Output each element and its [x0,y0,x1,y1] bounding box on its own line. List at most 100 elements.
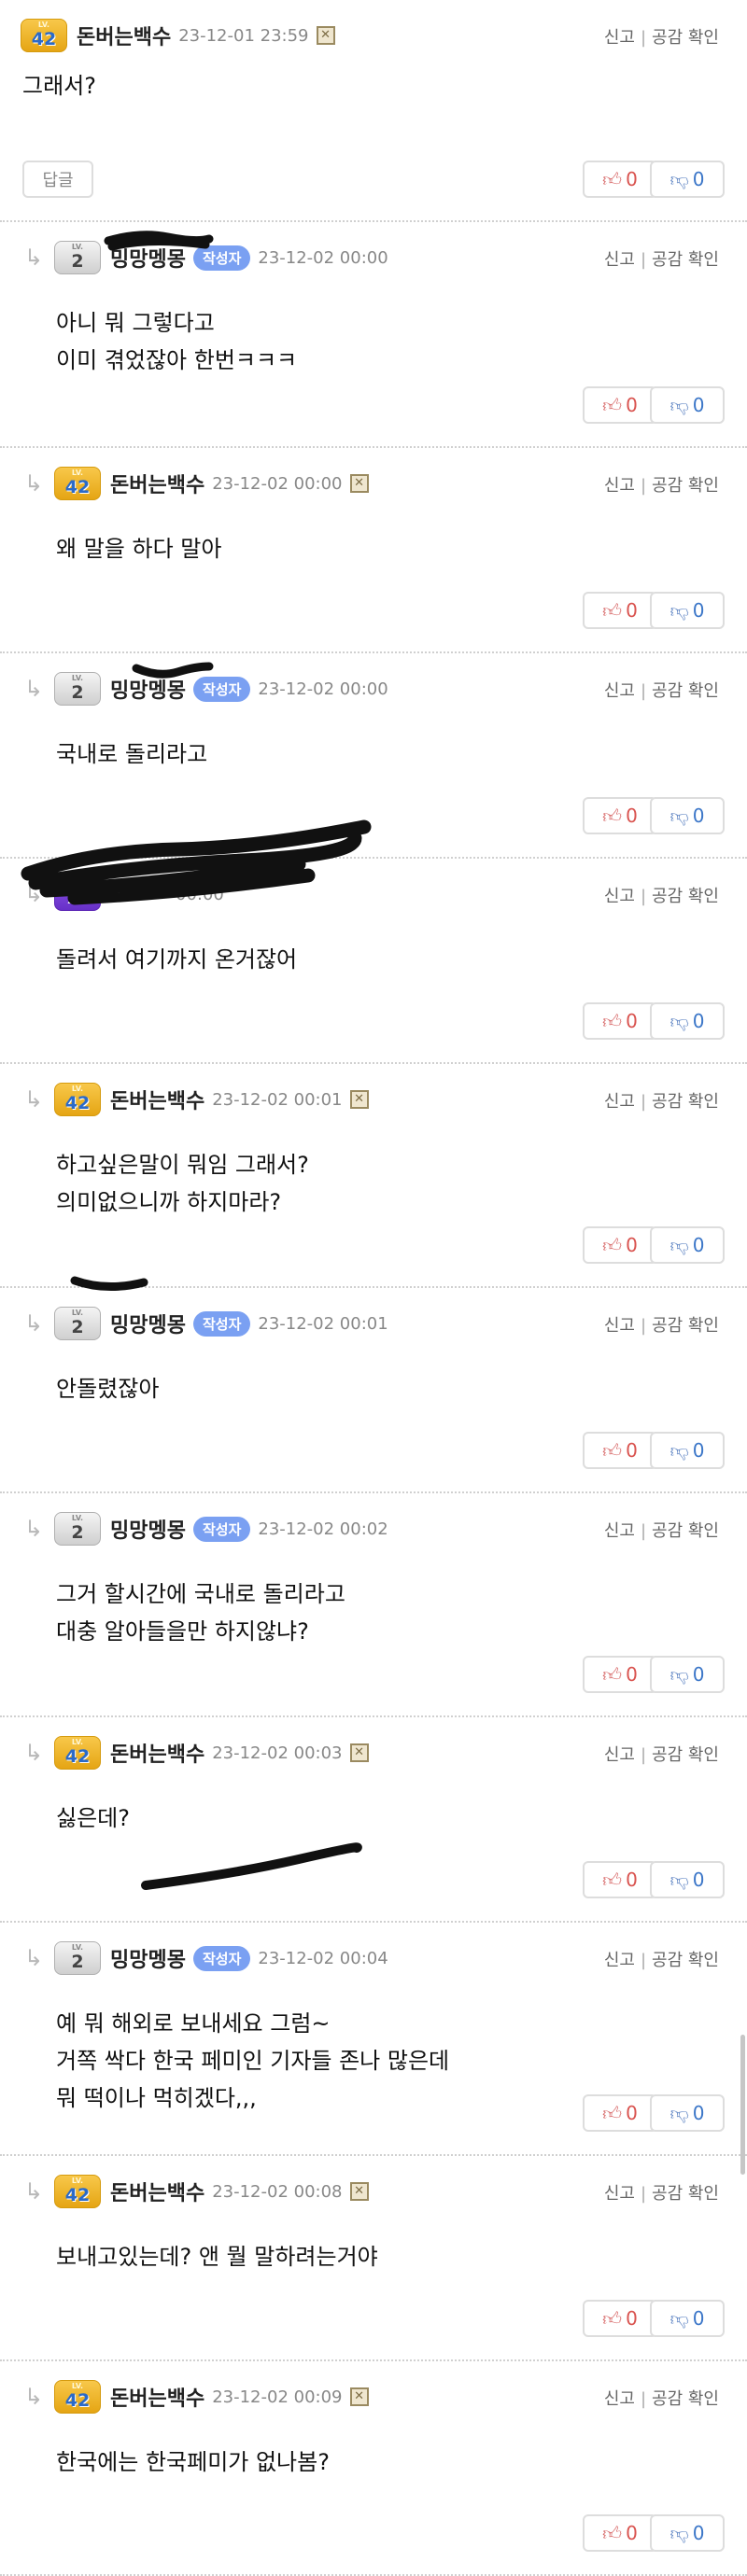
dislike-button[interactable]: 👎︎ 0 [650,2514,725,2552]
dislike-button[interactable]: 👎︎ 0 [650,1002,725,1040]
empathy-check-link[interactable]: 공감 확인 [652,2184,719,2204]
nickname[interactable]: 돈버는백수 [110,469,204,498]
report-link[interactable]: 신고 [604,2184,635,2204]
level-badge-number: 2 [71,681,84,703]
nickname[interactable]: 돈버는백수 [110,1738,204,1768]
like-count: 0 [626,2522,638,2544]
like-button[interactable]: 👍︎ 0 [583,2094,657,2132]
report-link[interactable]: 신고 [604,681,635,701]
nickname[interactable]: 밍망멩몽 [110,1514,186,1544]
empathy-check-link[interactable]: 공감 확인 [652,1316,719,1336]
like-count: 0 [626,599,638,622]
dislike-button[interactable]: 👎︎ 0 [650,1226,725,1264]
like-button[interactable]: 👍︎ 0 [583,1226,657,1264]
like-button[interactable]: 👍︎ 0 [583,2300,657,2337]
thumbs-down-icon: 👎︎ [669,2101,689,2124]
empathy-check-link[interactable]: 공감 확인 [652,250,719,270]
dislike-count: 0 [692,1663,705,1686]
like-button[interactable]: 👍︎ 0 [583,2514,657,2552]
thumbs-up-icon: 👍︎ [602,598,623,622]
dislike-button[interactable]: 👎︎ 0 [650,161,725,198]
report-link[interactable]: 신고 [604,1316,635,1336]
empathy-check-link[interactable]: 공감 확인 [652,1951,719,1970]
block-user-icon[interactable]: ✕ [349,2182,369,2201]
like-button[interactable]: 👍︎ 0 [583,1002,657,1040]
block-user-icon[interactable]: ✕ [349,474,369,493]
comment-item: ↳ LV. 42 돈버는백수 23-12-02 00:09 ✕ 신고 | 공감 확인 한국에는 한… [0,2361,747,2576]
block-user-icon[interactable]: ✕ [349,2387,369,2406]
report-links: 신고 | 공감 확인 [604,1088,719,1113]
empathy-check-link[interactable]: 공감 확인 [652,681,719,701]
like-count: 0 [626,805,638,827]
nickname[interactable]: 밍망멩몽 [110,1943,186,1973]
nickname[interactable]: 돈버는백수 [110,1085,204,1114]
dislike-button[interactable]: 👎︎ 0 [650,797,725,834]
nickname[interactable]: 밍망멩몽 [110,1309,186,1338]
report-link[interactable]: 신고 [604,1092,635,1112]
empathy-check-link[interactable]: 공감 확인 [652,1521,719,1541]
comment-date: 23-12-02 00:03 [212,1743,343,1763]
dislike-button[interactable]: 👎︎ 0 [650,2300,725,2337]
level-badge-prefix: LV. [71,2177,84,2185]
like-button[interactable]: 👍︎ 0 [583,592,657,629]
empathy-check-link[interactable]: 공감 확인 [652,1092,719,1112]
block-user-icon[interactable]: ✕ [349,1090,369,1109]
like-button[interactable]: 👍︎ 0 [583,386,657,424]
like-button[interactable]: 👍︎ 0 [583,797,657,834]
report-link[interactable]: 신고 [604,476,635,496]
level-badge: LV. 2 [54,672,101,706]
report-link[interactable]: 신고 [604,250,635,270]
report-link[interactable]: 신고 [604,1521,635,1541]
comment-item: ↳ LV. 2 밍망멩몽 작성자 23-12-02 00:00 신고 | 공감 확인 국내로 돌리… [0,653,747,859]
separator: | [640,250,647,270]
dislike-button[interactable]: 👎︎ 0 [650,2094,725,2132]
separator: | [640,1745,647,1765]
comment-body: 한국에는 한국페미가 없나봄? [56,2443,330,2481]
report-link[interactable]: 신고 [604,28,635,48]
report-links: 신고 | 공감 확인 [604,1742,719,1766]
comment-line: 보내고있는데? 앤 뭘 말하려는거야 [56,2244,378,2270]
scrollbar[interactable] [740,2035,745,2175]
empathy-check-link[interactable]: 공감 확인 [652,476,719,496]
block-user-icon[interactable]: ✕ [316,26,335,45]
like-button[interactable]: 👍︎ 0 [583,1861,657,1898]
report-link[interactable]: 신고 [604,1745,635,1765]
empathy-check-link[interactable]: 공감 확인 [652,887,719,906]
comment-item: LV. 42 돈버는백수 23-12-01 23:59 ✕ 신고 | 공감 확인 그래서? 답글 👍… [0,0,747,222]
nickname[interactable]: 돈버는백수 [110,2177,204,2206]
block-user-icon[interactable]: ✕ [349,1743,369,1762]
empathy-check-link[interactable]: 공감 확인 [652,2389,719,2409]
level-badge-number: 2 [71,1951,84,1972]
reply-button[interactable]: 답글 [22,161,93,198]
nickname[interactable]: 돈버는백수 [77,21,171,50]
nickname[interactable]: 밍망멩몽 [110,243,186,273]
dislike-button[interactable]: 👎︎ 0 [650,386,725,424]
report-link[interactable]: 신고 [604,2389,635,2409]
nickname[interactable]: 돈버는백수 [110,2382,204,2412]
reply-arrow-icon: ↳ [24,470,44,497]
separator: | [640,28,647,48]
level-badge-prefix: LV. [71,2382,84,2390]
like-button[interactable]: 👍︎ 0 [583,161,657,198]
level-badge-prefix: LV. [71,1943,84,1952]
reply-arrow-icon: ↳ [24,1740,44,1766]
comment-body: 안돌렸잖아 [56,1370,159,1407]
empathy-check-link[interactable]: 공감 확인 [652,28,719,48]
dislike-button[interactable]: 👎︎ 0 [650,1656,725,1693]
nickname[interactable]: 밍망멩몽 [110,674,186,704]
dislike-button[interactable]: 👎︎ 0 [650,1432,725,1469]
comment-header: ↳ LV. 42 돈버는백수 23-12-02 00:00 ✕ [0,465,369,502]
report-link[interactable]: 신고 [604,887,635,906]
level-badge: LV. 42 [54,2380,101,2414]
comment-line: 뭐 떡이나 먹히겠다,,, [56,2085,257,2111]
dislike-button[interactable]: 👎︎ 0 [650,1861,725,1898]
empathy-check-link[interactable]: 공감 확인 [652,1745,719,1765]
dislike-button[interactable]: 👎︎ 0 [650,592,725,629]
comment-body: 돌려서 여기까지 온거잖어 [56,941,297,978]
report-link[interactable]: 신고 [604,1951,635,1970]
comment-line: 대충 알아들을만 하지않냐? [56,1618,309,1645]
comment-body: 국내로 돌리라고 [56,735,207,773]
like-button[interactable]: 👍︎ 0 [583,1432,657,1469]
like-button[interactable]: 👍︎ 0 [583,1656,657,1693]
thumbs-up-icon: 👍︎ [602,2521,623,2544]
